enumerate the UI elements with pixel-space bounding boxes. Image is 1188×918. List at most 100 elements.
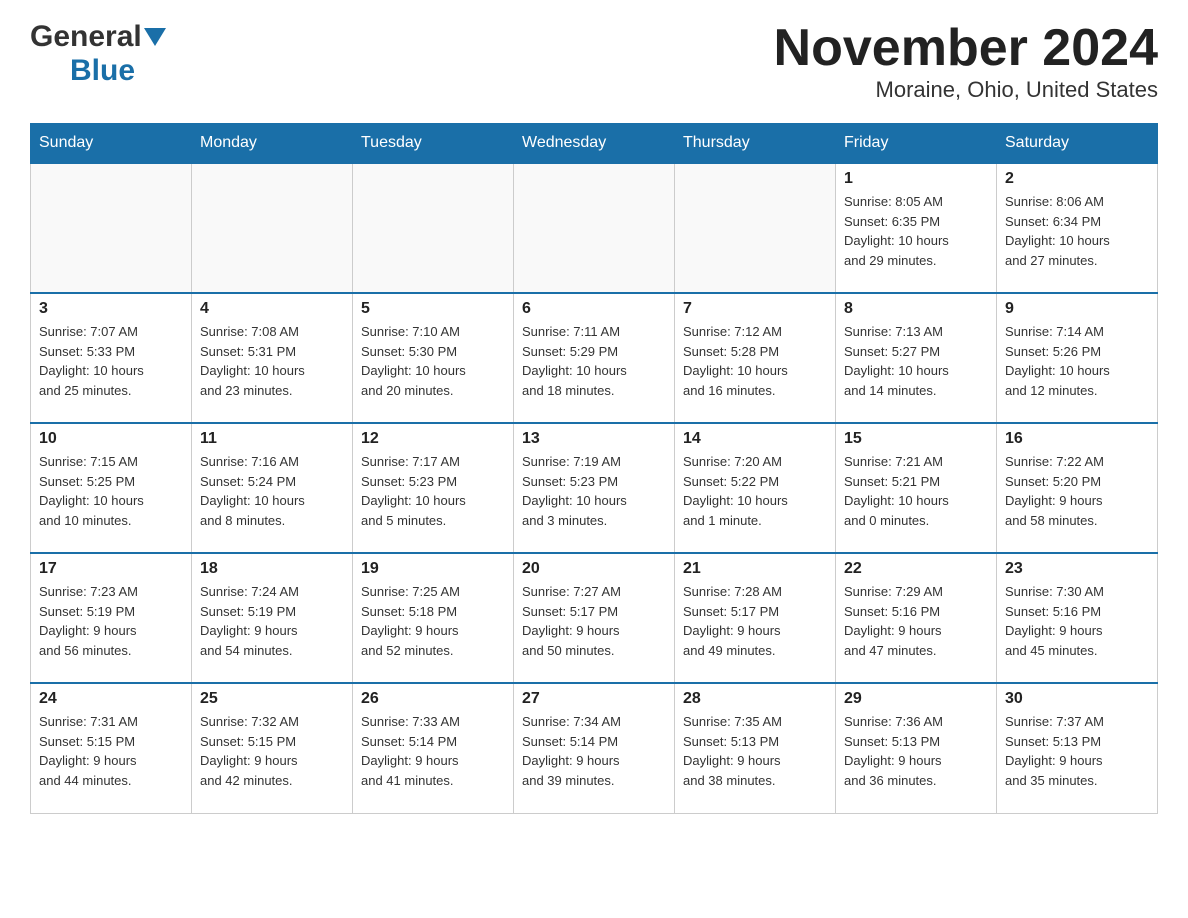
calendar-cell: 21 Sunrise: 7:28 AM Sunset: 5:17 PM Dayli… (675, 553, 836, 683)
location-text: Moraine, Ohio, United States (774, 77, 1158, 103)
header-thursday: Thursday (675, 124, 836, 164)
month-title: November 2024 (774, 20, 1158, 77)
calendar-week-3: 10 Sunrise: 7:15 AM Sunset: 5:25 PM Dayli… (31, 423, 1158, 553)
day-info: Sunrise: 7:29 AM Sunset: 5:16 PM Dayligh… (844, 582, 988, 660)
day-info: Sunrise: 7:27 AM Sunset: 5:17 PM Dayligh… (522, 582, 666, 660)
day-number: 10 (39, 430, 183, 448)
logo-triangle-icon (144, 28, 166, 50)
day-info: Sunrise: 7:25 AM Sunset: 5:18 PM Dayligh… (361, 582, 505, 660)
calendar-cell: 25 Sunrise: 7:32 AM Sunset: 5:15 PM Dayli… (192, 683, 353, 813)
day-info: Sunrise: 7:16 AM Sunset: 5:24 PM Dayligh… (200, 452, 344, 530)
day-number: 26 (361, 690, 505, 708)
day-number: 24 (39, 690, 183, 708)
day-number: 12 (361, 430, 505, 448)
day-number: 27 (522, 690, 666, 708)
calendar-week-4: 17 Sunrise: 7:23 AM Sunset: 5:19 PM Dayli… (31, 553, 1158, 683)
day-info: Sunrise: 7:35 AM Sunset: 5:13 PM Dayligh… (683, 712, 827, 790)
day-number: 30 (1005, 690, 1149, 708)
calendar-cell: 8 Sunrise: 7:13 AM Sunset: 5:27 PM Daylig… (836, 293, 997, 423)
day-info: Sunrise: 7:24 AM Sunset: 5:19 PM Dayligh… (200, 582, 344, 660)
header-tuesday: Tuesday (353, 124, 514, 164)
day-info: Sunrise: 7:32 AM Sunset: 5:15 PM Dayligh… (200, 712, 344, 790)
day-info: Sunrise: 7:15 AM Sunset: 5:25 PM Dayligh… (39, 452, 183, 530)
calendar-cell: 28 Sunrise: 7:35 AM Sunset: 5:13 PM Dayli… (675, 683, 836, 813)
day-info: Sunrise: 7:11 AM Sunset: 5:29 PM Dayligh… (522, 322, 666, 400)
calendar-cell: 16Sunrise: 7:22 AM Sunset: 5:20 PM Dayli… (997, 423, 1158, 553)
calendar-body: 1 Sunrise: 8:05 AM Sunset: 6:35 PM Daylig… (31, 163, 1158, 813)
title-block: November 2024 Moraine, Ohio, United Stat… (774, 20, 1158, 103)
day-number: 9 (1005, 300, 1149, 318)
logo-general-text: General (30, 20, 142, 54)
day-info: Sunrise: 7:08 AM Sunset: 5:31 PM Dayligh… (200, 322, 344, 400)
header-monday: Monday (192, 124, 353, 164)
calendar-cell: 23Sunrise: 7:30 AM Sunset: 5:16 PM Dayli… (997, 553, 1158, 683)
calendar-cell: 13Sunrise: 7:19 AM Sunset: 5:23 PM Dayli… (514, 423, 675, 553)
day-info: Sunrise: 7:31 AM Sunset: 5:15 PM Dayligh… (39, 712, 183, 790)
page-header: General Blue November 2024 Moraine, Ohio… (30, 20, 1158, 103)
day-number: 29 (844, 690, 988, 708)
day-info: Sunrise: 7:10 AM Sunset: 5:30 PM Dayligh… (361, 322, 505, 400)
calendar-cell: 1 Sunrise: 8:05 AM Sunset: 6:35 PM Daylig… (836, 163, 997, 293)
calendar-cell: 12 Sunrise: 7:17 AM Sunset: 5:23 PM Dayli… (353, 423, 514, 553)
calendar-cell (353, 163, 514, 293)
day-info: Sunrise: 7:22 AM Sunset: 5:20 PM Dayligh… (1005, 452, 1149, 530)
calendar-cell: 19 Sunrise: 7:25 AM Sunset: 5:18 PM Dayli… (353, 553, 514, 683)
calendar-cell: 5 Sunrise: 7:10 AM Sunset: 5:30 PM Daylig… (353, 293, 514, 423)
calendar-cell: 24 Sunrise: 7:31 AM Sunset: 5:15 PM Dayli… (31, 683, 192, 813)
day-number: 8 (844, 300, 988, 318)
day-number: 7 (683, 300, 827, 318)
calendar-week-2: 3Sunrise: 7:07 AM Sunset: 5:33 PM Daylig… (31, 293, 1158, 423)
day-number: 1 (844, 170, 988, 188)
day-number: 19 (361, 560, 505, 578)
header-wednesday: Wednesday (514, 124, 675, 164)
day-number: 15 (844, 430, 988, 448)
calendar-cell: 11 Sunrise: 7:16 AM Sunset: 5:24 PM Dayli… (192, 423, 353, 553)
day-info: Sunrise: 7:36 AM Sunset: 5:13 PM Dayligh… (844, 712, 988, 790)
day-number: 28 (683, 690, 827, 708)
day-info: Sunrise: 8:06 AM Sunset: 6:34 PM Dayligh… (1005, 192, 1149, 270)
day-number: 22 (844, 560, 988, 578)
day-number: 21 (683, 560, 827, 578)
day-info: Sunrise: 7:34 AM Sunset: 5:14 PM Dayligh… (522, 712, 666, 790)
calendar-cell: 7 Sunrise: 7:12 AM Sunset: 5:28 PM Daylig… (675, 293, 836, 423)
day-info: Sunrise: 7:33 AM Sunset: 5:14 PM Dayligh… (361, 712, 505, 790)
calendar-cell: 26 Sunrise: 7:33 AM Sunset: 5:14 PM Dayli… (353, 683, 514, 813)
calendar-cell: 6Sunrise: 7:11 AM Sunset: 5:29 PM Daylig… (514, 293, 675, 423)
calendar-table: Sunday Monday Tuesday Wednesday Thursday… (30, 123, 1158, 814)
calendar-cell: 9 Sunrise: 7:14 AM Sunset: 5:26 PM Daylig… (997, 293, 1158, 423)
calendar-cell: 10 Sunrise: 7:15 AM Sunset: 5:25 PM Dayli… (31, 423, 192, 553)
calendar-cell: 20Sunrise: 7:27 AM Sunset: 5:17 PM Dayli… (514, 553, 675, 683)
calendar-cell: 4 Sunrise: 7:08 AM Sunset: 5:31 PM Daylig… (192, 293, 353, 423)
header-row: Sunday Monday Tuesday Wednesday Thursday… (31, 124, 1158, 164)
calendar-cell: 2 Sunrise: 8:06 AM Sunset: 6:34 PM Daylig… (997, 163, 1158, 293)
day-number: 18 (200, 560, 344, 578)
day-number: 17 (39, 560, 183, 578)
header-saturday: Saturday (997, 124, 1158, 164)
day-info: Sunrise: 7:20 AM Sunset: 5:22 PM Dayligh… (683, 452, 827, 530)
calendar-cell (192, 163, 353, 293)
day-info: Sunrise: 7:17 AM Sunset: 5:23 PM Dayligh… (361, 452, 505, 530)
day-number: 4 (200, 300, 344, 318)
calendar-cell: 17 Sunrise: 7:23 AM Sunset: 5:19 PM Dayli… (31, 553, 192, 683)
day-number: 5 (361, 300, 505, 318)
logo-blue-text: Blue (70, 54, 135, 88)
day-info: Sunrise: 7:37 AM Sunset: 5:13 PM Dayligh… (1005, 712, 1149, 790)
day-number: 25 (200, 690, 344, 708)
day-info: Sunrise: 7:30 AM Sunset: 5:16 PM Dayligh… (1005, 582, 1149, 660)
day-info: Sunrise: 7:13 AM Sunset: 5:27 PM Dayligh… (844, 322, 988, 400)
day-info: Sunrise: 8:05 AM Sunset: 6:35 PM Dayligh… (844, 192, 988, 270)
day-number: 13 (522, 430, 666, 448)
calendar-week-1: 1 Sunrise: 8:05 AM Sunset: 6:35 PM Daylig… (31, 163, 1158, 293)
day-info: Sunrise: 7:12 AM Sunset: 5:28 PM Dayligh… (683, 322, 827, 400)
calendar-cell: 22 Sunrise: 7:29 AM Sunset: 5:16 PM Dayli… (836, 553, 997, 683)
calendar-cell: 3Sunrise: 7:07 AM Sunset: 5:33 PM Daylig… (31, 293, 192, 423)
calendar-cell (31, 163, 192, 293)
calendar-cell: 30 Sunrise: 7:37 AM Sunset: 5:13 PM Dayli… (997, 683, 1158, 813)
day-info: Sunrise: 7:23 AM Sunset: 5:19 PM Dayligh… (39, 582, 183, 660)
calendar-cell (514, 163, 675, 293)
day-info: Sunrise: 7:21 AM Sunset: 5:21 PM Dayligh… (844, 452, 988, 530)
day-info: Sunrise: 7:14 AM Sunset: 5:26 PM Dayligh… (1005, 322, 1149, 400)
day-info: Sunrise: 7:28 AM Sunset: 5:17 PM Dayligh… (683, 582, 827, 660)
day-number: 11 (200, 430, 344, 448)
day-number: 2 (1005, 170, 1149, 188)
